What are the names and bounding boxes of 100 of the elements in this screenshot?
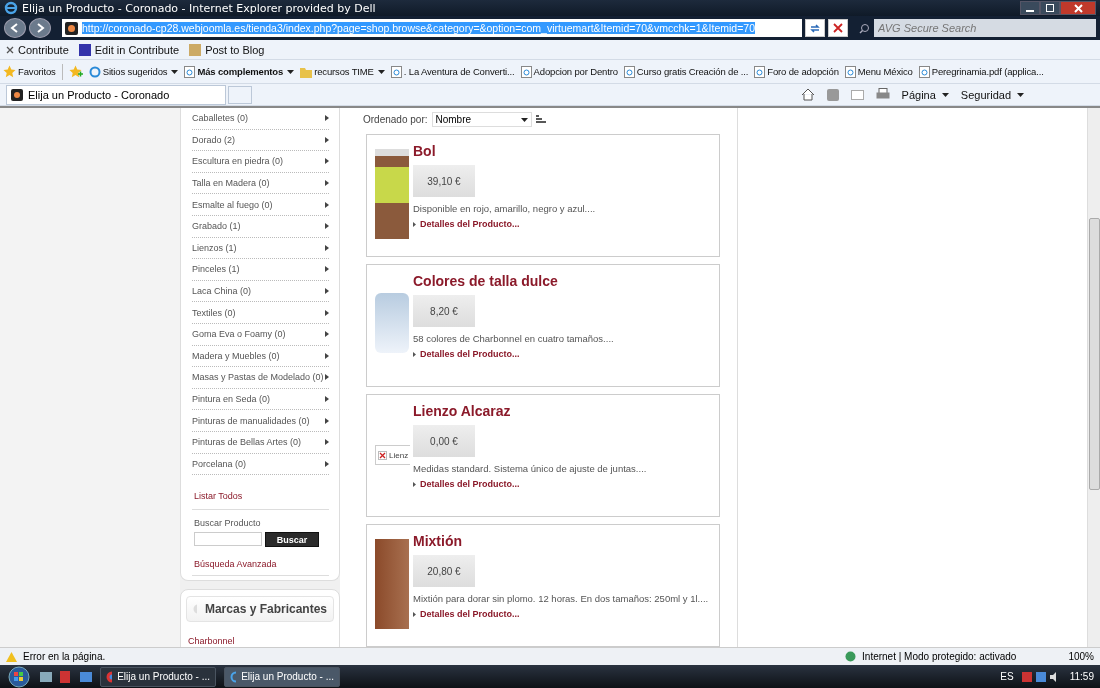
search-field[interactable]: AVG Secure Search	[874, 19, 1096, 37]
category-link[interactable]: Textiles (0)	[192, 302, 329, 324]
arrow-icon	[413, 221, 416, 227]
globe-icon	[845, 651, 857, 662]
favorite-link[interactable]: Peregrinamia.pdf (applica...	[918, 65, 1044, 78]
home-icon[interactable]	[800, 88, 815, 101]
category-link[interactable]: Lienzos (1)	[192, 237, 329, 260]
category-link[interactable]: Talla en Madera (0)	[192, 172, 329, 195]
url-text: http://coronado-cp28.webjoomla.es/tienda3/index.php?page=shop.browse&category=&option=com_virtuemart&Itemid=70&vmcchk=1&Itemid=70	[82, 22, 755, 34]
toolbar-button[interactable]: Post to Blog	[189, 43, 265, 56]
caret-icon	[377, 69, 385, 74]
category-link[interactable]: Pinturas de Bellas Artes (0)	[192, 431, 329, 454]
browser-tab[interactable]: Elija un Producto - Coronado	[6, 84, 226, 105]
sort-dropdown[interactable]: Nombre	[431, 112, 532, 127]
category-link[interactable]: Madera y Muebles (0)	[192, 345, 329, 368]
price-tag: 8,20 €	[413, 295, 475, 327]
restore-button[interactable]	[1040, 1, 1060, 15]
category-link[interactable]: Caballetes (0)	[192, 108, 329, 130]
caret-icon	[287, 69, 295, 74]
category-link[interactable]: Grabado (1)	[192, 215, 329, 238]
favorite-link[interactable]: . La Aventura de Converti...	[390, 65, 515, 78]
product-name[interactable]: Colores de talla dulce	[413, 273, 558, 289]
arrow-icon	[413, 351, 416, 357]
feed-icon[interactable]	[826, 88, 839, 101]
browser-logo-icon	[106, 670, 113, 683]
category-link[interactable]: Dorado (2)	[192, 129, 329, 152]
scrollbar[interactable]	[1087, 108, 1100, 647]
favorite-link[interactable]: Menu México	[844, 65, 913, 78]
language-indicator[interactable]: ES	[1000, 671, 1014, 682]
favorite-link[interactable]: recursos TIME	[300, 65, 385, 78]
refresh-icon	[809, 22, 821, 34]
favorite-label: . La Aventura de Converti...	[403, 66, 515, 77]
favorite-link[interactable]: Curso gratis Creación de ...	[623, 65, 749, 78]
arrow-icon	[325, 331, 329, 338]
category-link[interactable]: Pinceles (1)	[192, 259, 329, 281]
command-menu[interactable]: Seguridad	[960, 88, 1024, 101]
price-tag: 20,80 €	[413, 555, 475, 587]
favorite-link[interactable]: Más complementos	[184, 65, 295, 78]
stop-button[interactable]	[828, 19, 848, 37]
details-link[interactable]: Detalles del Producto...	[413, 479, 520, 489]
product-description: Medidas standard. Sistema único de ajuste de juntas....	[413, 463, 647, 474]
category-link[interactable]: Masas y Pastas de Modelado (0)	[192, 367, 329, 389]
blog-icon	[189, 43, 202, 56]
list-all-link[interactable]: Listar Todos	[192, 491, 329, 511]
forward-button[interactable]	[29, 18, 51, 38]
favorite-link[interactable]: Sitios sugeridos	[88, 65, 179, 78]
details-link[interactable]: Detalles del Producto...	[413, 219, 520, 229]
advanced-search-link[interactable]: Búsqueda Avanzada	[192, 559, 329, 577]
status-message[interactable]: Error en la página.	[23, 651, 106, 662]
document-icon[interactable]	[60, 670, 72, 683]
window-icon[interactable]	[80, 671, 92, 682]
arrow-icon	[325, 244, 329, 251]
site-logo-icon	[11, 88, 23, 101]
page-icon	[184, 65, 196, 78]
arrow-icon	[325, 180, 329, 187]
close-icon	[1073, 3, 1083, 13]
browser-logo-icon	[88, 65, 101, 78]
sort-order-icon[interactable]	[535, 115, 546, 124]
product-name[interactable]: Bol	[413, 143, 436, 159]
price-tag: 0,00 €	[413, 425, 475, 457]
page-icon	[520, 65, 532, 78]
category-link[interactable]: Pinturas de manualidades (0)	[192, 410, 329, 432]
clock[interactable]: 11:59	[1069, 671, 1094, 682]
refresh-button[interactable]	[805, 19, 825, 37]
printer-icon[interactable]	[875, 88, 890, 101]
toolbar-button[interactable]: Edit in Contribute	[78, 43, 180, 56]
category-link[interactable]: Laca China (0)	[192, 280, 329, 303]
taskbar-window[interactable]: Elija un Producto - ...	[100, 666, 216, 687]
product-search-field[interactable]	[194, 532, 262, 547]
zoom-level[interactable]: 100%	[1068, 651, 1094, 662]
contribute-button[interactable]: Contribute	[6, 43, 69, 56]
favorite-label: Peregrinamia.pdf (applica...	[931, 66, 1044, 77]
desktop-icon[interactable]	[40, 671, 52, 682]
favorites-button[interactable]: Favoritos	[3, 65, 56, 78]
close-button[interactable]	[1060, 1, 1096, 15]
command-menu[interactable]: Página	[901, 88, 949, 101]
arrow-icon	[325, 201, 329, 208]
category-link[interactable]: Pintura en Seda (0)	[192, 388, 329, 411]
star-icon	[3, 65, 16, 78]
category-link[interactable]: Esmalte al fuego (0)	[192, 194, 329, 216]
favorite-link[interactable]: Adopcion por Dentro	[520, 65, 618, 78]
taskbar-window[interactable]: Elija un Producto - ...	[224, 666, 340, 687]
minimize-button[interactable]	[1020, 1, 1040, 15]
details-link[interactable]: Detalles del Producto...	[413, 349, 520, 359]
manufacturer-link[interactable]: Charbonnel	[186, 636, 334, 647]
start-button[interactable]	[6, 665, 32, 688]
category-link[interactable]: Escultura en piedra (0)	[192, 151, 329, 173]
arrow-icon	[325, 115, 329, 122]
image-placeholder	[375, 293, 409, 353]
caret-icon	[520, 117, 528, 122]
favorite-link[interactable]: Foro de adopción	[754, 65, 839, 78]
search-button[interactable]: Buscar	[265, 532, 319, 548]
product-name[interactable]: Lienzo Alcaraz	[413, 403, 511, 419]
arrow-icon	[325, 396, 329, 402]
product-description: 58 colores de Charbonnel en cuatro tamaños....	[413, 333, 614, 344]
category-link[interactable]: Goma Eva o Foamy (0)	[192, 323, 329, 346]
product-name[interactable]: Mixtión	[413, 533, 462, 549]
category-link[interactable]: Porcelana (0)	[192, 453, 329, 476]
back-button[interactable]	[4, 18, 26, 38]
details-link[interactable]: Detalles del Producto...	[413, 609, 520, 619]
